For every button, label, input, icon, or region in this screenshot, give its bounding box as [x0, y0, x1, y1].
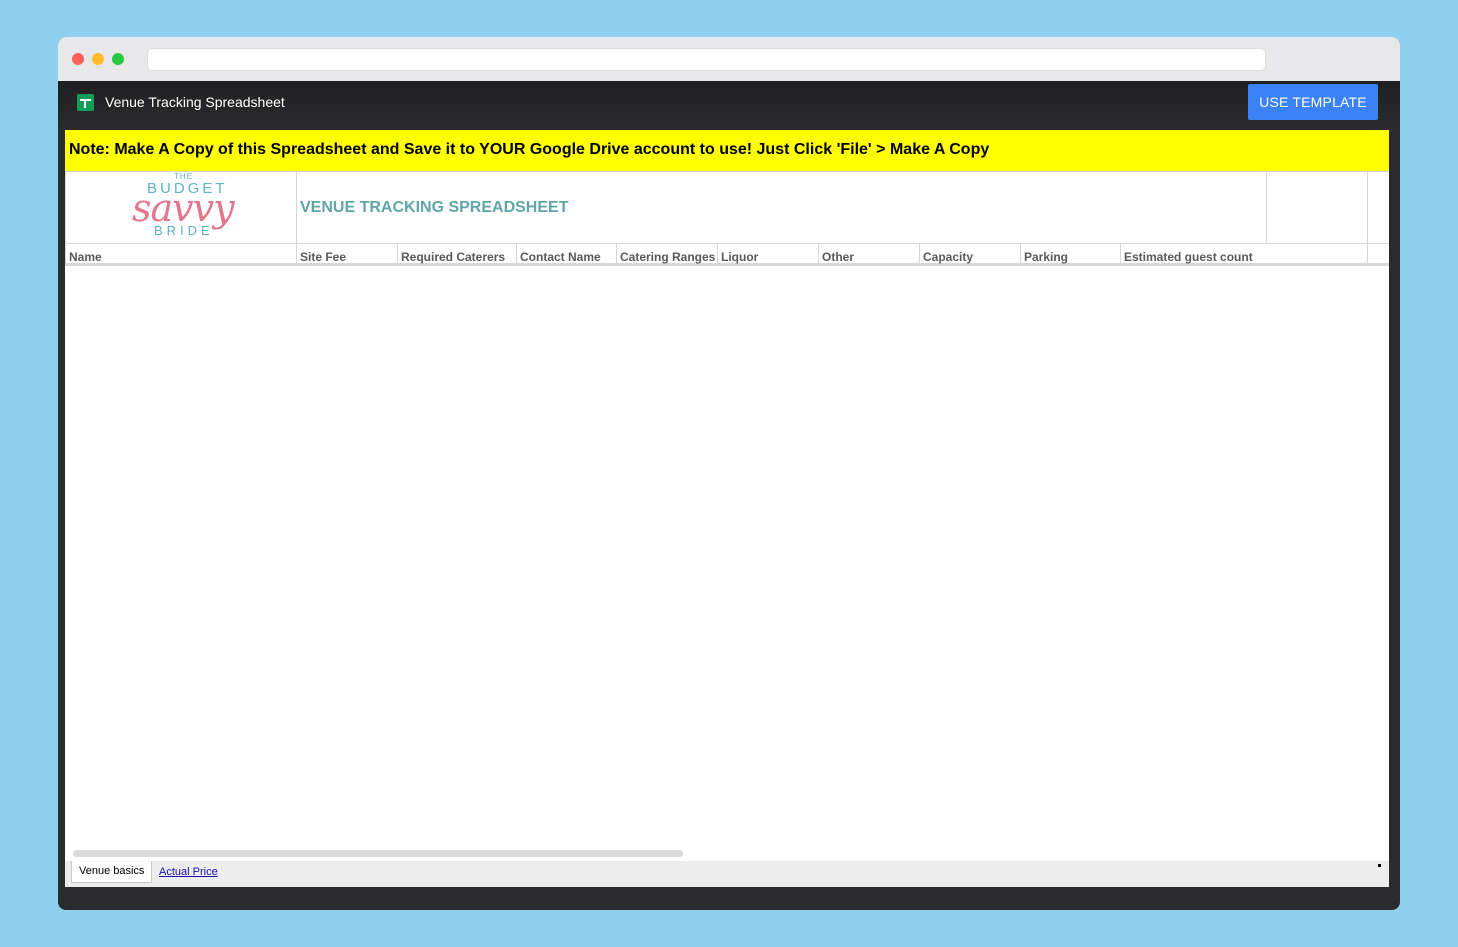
cell-divider	[1266, 172, 1267, 244]
column-header-required-caterers[interactable]: Required Caterers	[398, 244, 517, 265]
column-header-catering-ranges[interactable]: Catering Ranges	[617, 244, 718, 265]
column-header-other[interactable]: Other	[819, 244, 920, 265]
budget-savvy-bride-logo: THE BUDGET savvy BRIDE	[65, 172, 297, 244]
column-header-parking[interactable]: Parking	[1021, 244, 1121, 265]
column-header-liquor[interactable]: Liquor	[718, 244, 819, 265]
resize-handle	[1378, 864, 1381, 867]
document-title: Venue Tracking Spreadsheet	[105, 94, 285, 110]
title-row: THE BUDGET savvy BRIDE VENUE TRACKING SP…	[65, 172, 1389, 244]
sheet-tab-bar: Venue basics Actual Price	[65, 861, 1389, 887]
column-header-estimated-guest-count[interactable]: Estimated guest count	[1121, 244, 1368, 265]
tab-venue-basics[interactable]: Venue basics	[71, 861, 152, 883]
use-template-button[interactable]: USE TEMPLATE	[1248, 84, 1378, 120]
column-header-row: Name Site Fee Required Caterers Contact …	[65, 244, 1389, 266]
maximize-window-button[interactable]	[112, 53, 124, 65]
column-header-site-fee[interactable]: Site Fee	[297, 244, 398, 265]
browser-window: Venue Tracking Spreadsheet USE TEMPLATE …	[58, 37, 1400, 910]
column-header-name[interactable]: Name	[65, 244, 297, 265]
tab-actual-price[interactable]: Actual Price	[159, 866, 218, 878]
browser-chrome	[58, 37, 1400, 81]
minimize-window-button[interactable]	[92, 53, 104, 65]
note-banner: Note: Make A Copy of this Spreadsheet an…	[65, 130, 1389, 172]
address-bar[interactable]	[147, 48, 1266, 71]
cell-divider	[1367, 172, 1368, 244]
sheet-title: VENUE TRACKING SPREADSHEET	[300, 199, 569, 216]
spreadsheet-grid[interactable]: Note: Make A Copy of this Spreadsheet an…	[65, 130, 1389, 887]
logo-bride-text: BRIDE	[154, 223, 214, 238]
google-sheets-icon	[77, 94, 94, 111]
column-header-capacity[interactable]: Capacity	[920, 244, 1021, 265]
close-window-button[interactable]	[72, 53, 84, 65]
column-header-contact-name[interactable]: Contact Name	[517, 244, 617, 265]
app-header: Venue Tracking Spreadsheet USE TEMPLATE	[58, 81, 1400, 130]
horizontal-scrollbar[interactable]	[73, 850, 683, 857]
